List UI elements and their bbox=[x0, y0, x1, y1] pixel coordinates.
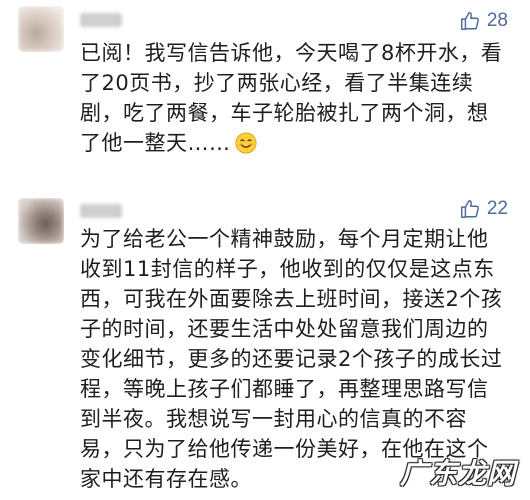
username-blurred[interactable] bbox=[80, 204, 122, 218]
comment-text: 已阅！我写信告诉他，今天喝了8杯开水，看了20页书，抄了两张心经，看了半集连续剧… bbox=[80, 38, 506, 158]
smiling-face-emoji-icon bbox=[234, 132, 257, 154]
comment-body: 已阅！我写信告诉他，今天喝了8杯开水，看了20页书，抄了两张心经，看了半集连续剧… bbox=[80, 41, 503, 155]
like-count: 22 bbox=[486, 198, 508, 219]
comment-list: 28 已阅！我写信告诉他，今天喝了8杯开水，看了20页书，抄了两张心经，看了半集… bbox=[0, 0, 530, 500]
avatar[interactable] bbox=[18, 6, 64, 52]
avatar[interactable] bbox=[18, 198, 64, 244]
username-blurred[interactable] bbox=[80, 13, 122, 27]
thumbs-up-icon bbox=[460, 200, 479, 218]
like-button[interactable]: 22 bbox=[459, 198, 508, 220]
comment-item: 28 已阅！我写信告诉他，今天喝了8杯开水，看了20页书，抄了两张心经，看了半集… bbox=[0, 0, 530, 180]
like-button[interactable]: 28 bbox=[459, 10, 508, 32]
watermark: 广东龙网 bbox=[399, 457, 516, 490]
thumbs-up-icon bbox=[460, 12, 479, 30]
like-count: 28 bbox=[486, 10, 508, 31]
